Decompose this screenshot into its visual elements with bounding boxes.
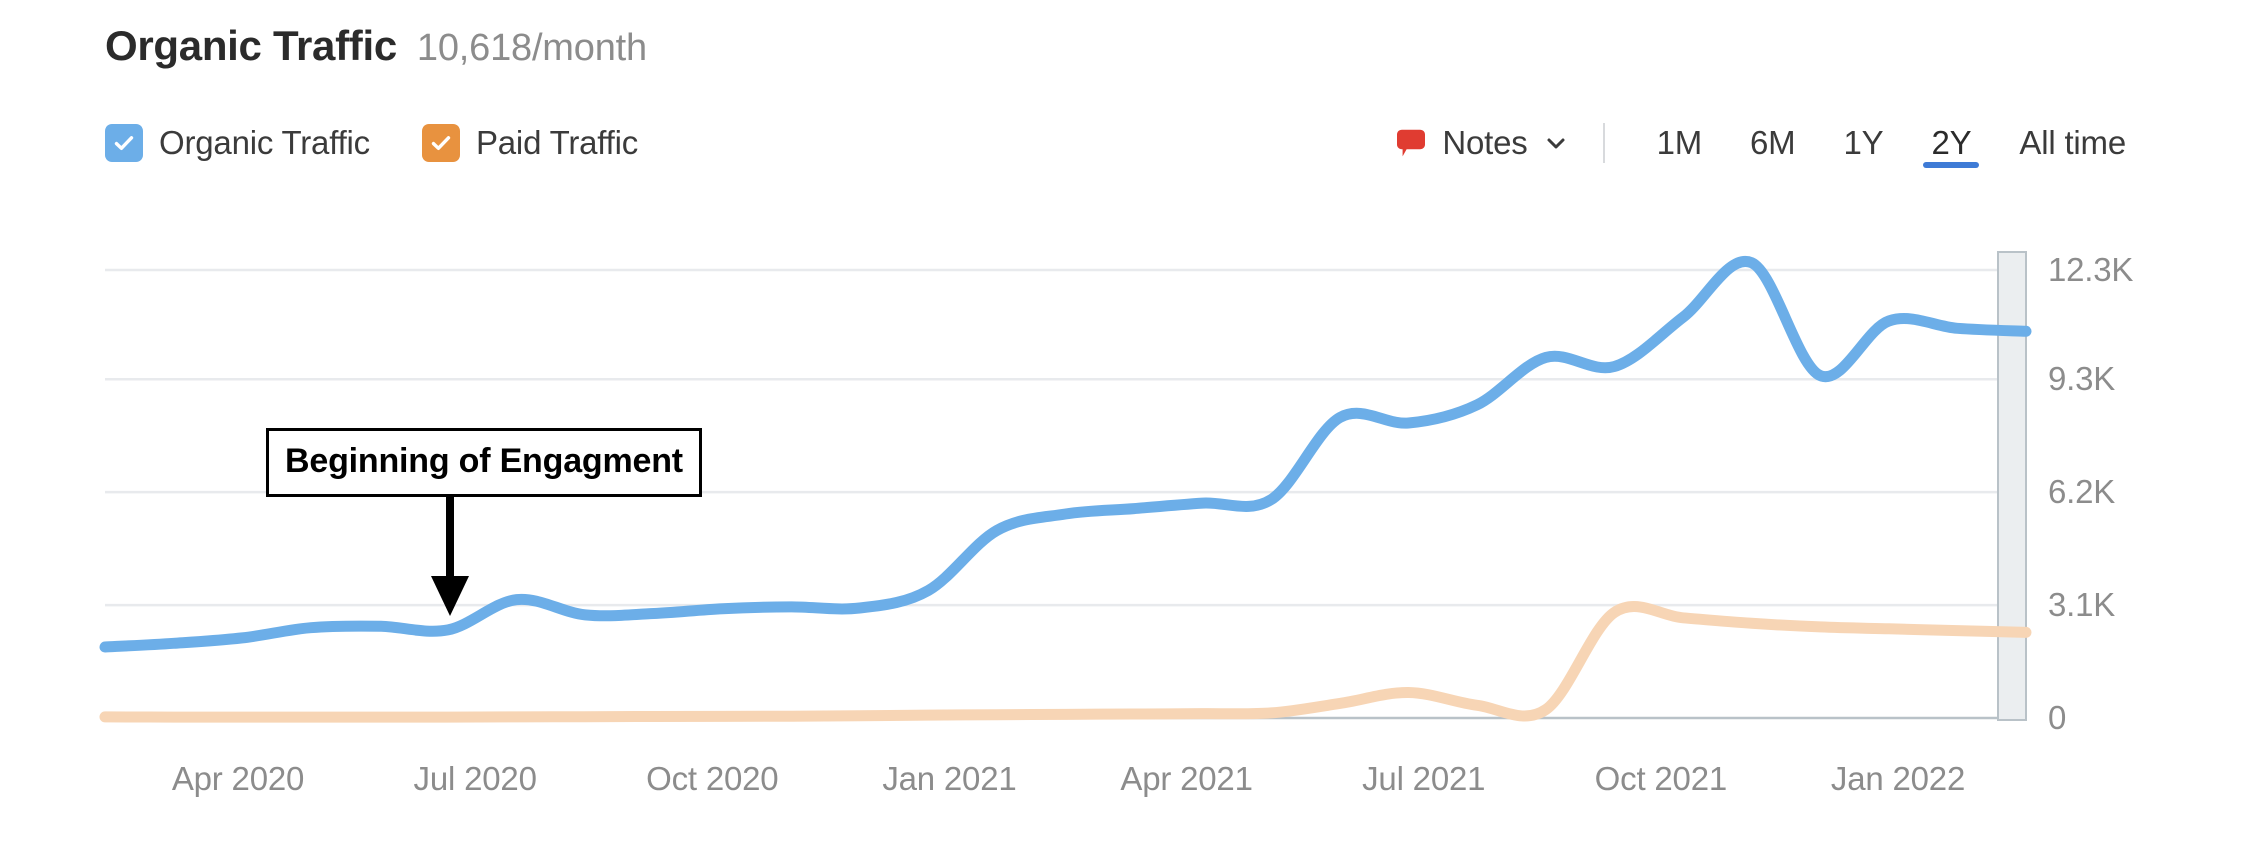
period-option-6m[interactable]: 6M [1726, 112, 1819, 174]
x-axis-tick-label: Jan 2022 [1830, 760, 1966, 797]
period-option-1y[interactable]: 1Y [1819, 112, 1907, 174]
chart-partial-period-band [1998, 252, 2026, 720]
page-title: Organic Traffic [105, 22, 397, 69]
y-axis-tick-label: 6.2K [2048, 473, 2116, 511]
x-axis-tick-label: Jul 2021 [1362, 760, 1486, 797]
chart-y-axis: 12.3K 9.3K 6.2K 3.1K 0 [2048, 0, 2248, 852]
controls-row: Organic Traffic Paid Traffic Notes 1M 6M… [0, 112, 2250, 174]
chevron-down-icon[interactable] [1541, 130, 1569, 156]
chart-line-paid-traffic [99, 601, 2032, 723]
checkbox-checked-icon-organic[interactable] [105, 124, 143, 162]
x-axis-tick-label: Jan 2021 [882, 760, 1017, 797]
x-axis-tick-label: Apr 2020 [171, 760, 305, 797]
annotation-callout: Beginning of Engagment [266, 428, 702, 497]
legend-item-organic-traffic[interactable]: Organic Traffic [105, 124, 370, 162]
y-axis-tick-label: 0 [2048, 699, 2067, 736]
chart-x-axis: Apr 2020 Jul 2020 Oct 2020 Jan 2021 Apr 2021… [0, 760, 2250, 820]
legend-item-paid-traffic[interactable]: Paid Traffic [421, 124, 639, 162]
x-axis-tick-label: Apr 2021 [1120, 760, 1253, 797]
legend-label-organic-traffic: Organic Traffic [159, 124, 370, 161]
x-axis-tick-label: Jul 2020 [413, 760, 537, 797]
period-active-underline [1923, 162, 1980, 168]
period-option-2y[interactable]: 2Y [1907, 112, 1995, 174]
checkbox-checked-icon-paid[interactable] [421, 124, 460, 162]
annotation-arrow-icon [420, 494, 480, 629]
y-axis-tick-label: 3.1K [2048, 586, 2116, 624]
legend-label-paid-traffic: Paid Traffic [475, 124, 639, 161]
notes-dropdown[interactable]: Notes [1393, 124, 1598, 162]
traffic-value: 10,618/month [416, 27, 647, 69]
chart-toolbar: Notes 1M 6M 1Y 2Y All time [1393, 112, 2150, 174]
organic-traffic-widget: Organic Traffic 10,618/month Organic Tra… [0, 0, 2250, 852]
period-option-2y-label: 2Y [1931, 124, 1972, 161]
legend: Organic Traffic Paid Traffic [105, 112, 638, 174]
chart-partial-period-outline [1997, 251, 2027, 721]
y-axis-tick-label: 12.3K [2048, 251, 2134, 288]
toolbar-divider [1602, 123, 1605, 163]
annotation-label: Beginning of Engagment [285, 442, 683, 480]
speech-bubble-icon [1393, 125, 1429, 161]
x-axis-tick-label: Oct 2021 [1594, 760, 1728, 797]
x-axis-tick-label: Oct 2020 [646, 760, 779, 797]
y-axis-tick-label: 9.3K [2048, 360, 2116, 398]
notes-label: Notes [1442, 124, 1528, 161]
period-option-1m[interactable]: 1M [1633, 112, 1726, 174]
widget-header: Organic Traffic 10,618/month [105, 22, 647, 70]
